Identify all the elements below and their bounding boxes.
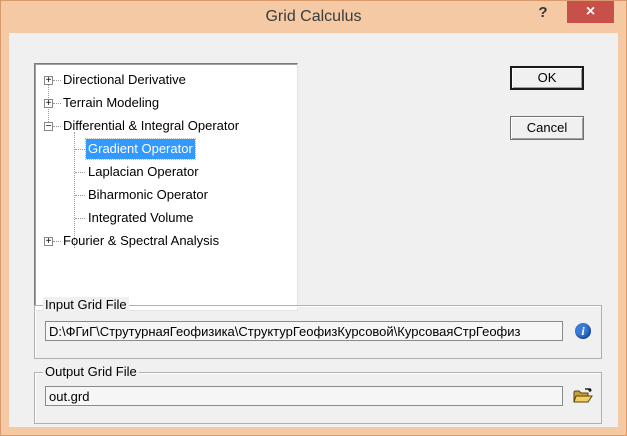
ok-button[interactable]: OK bbox=[510, 66, 584, 90]
dialog-body: + Directional Derivative + Terrain Model… bbox=[9, 33, 618, 427]
tree-item-directional-derivative[interactable]: + Directional Derivative bbox=[35, 70, 295, 90]
input-grid-label: Input Grid File bbox=[43, 297, 129, 312]
tree-connector-line bbox=[75, 172, 85, 173]
output-grid-path-field[interactable]: out.grd bbox=[45, 386, 563, 406]
tree-item-label: Fourier & Spectral Analysis bbox=[63, 233, 220, 248]
tree-connector-line bbox=[75, 149, 85, 150]
tree-connector-line bbox=[53, 241, 61, 242]
tree-connector-line bbox=[53, 103, 61, 104]
close-button[interactable]: × bbox=[567, 1, 614, 23]
operation-tree[interactable]: + Directional Derivative + Terrain Model… bbox=[34, 63, 298, 311]
expand-plus-icon[interactable]: + bbox=[44, 237, 53, 247]
tree-item-fourier-spectral-analysis[interactable]: + Fourier & Spectral Analysis bbox=[35, 231, 295, 251]
tree-item-label: Biharmonic Operator bbox=[88, 187, 208, 202]
tree-item-label: Directional Derivative bbox=[63, 72, 186, 87]
open-folder-icon[interactable] bbox=[573, 388, 593, 404]
tree-connector-line bbox=[53, 126, 61, 127]
cancel-button[interactable]: Cancel bbox=[510, 116, 584, 140]
expand-plus-icon[interactable]: + bbox=[44, 99, 53, 109]
output-grid-group: Output Grid File out.grd bbox=[34, 364, 602, 424]
tree-item-label-selected: Gradient Operator bbox=[85, 138, 196, 160]
output-grid-label: Output Grid File bbox=[43, 364, 139, 379]
tree-item-biharmonic-operator[interactable]: Biharmonic Operator bbox=[35, 185, 295, 205]
info-icon[interactable]: i bbox=[575, 323, 591, 339]
collapse-minus-icon[interactable]: − bbox=[44, 122, 53, 132]
tree-item-integrated-volume[interactable]: Integrated Volume bbox=[35, 208, 295, 228]
tree-connector-line bbox=[53, 80, 61, 81]
tree-connector-line bbox=[75, 195, 85, 196]
tree-item-laplacian-operator[interactable]: Laplacian Operator bbox=[35, 162, 295, 182]
tree-item-label: Differential & Integral Operator bbox=[63, 118, 240, 133]
tree-connector-line bbox=[75, 218, 85, 219]
tree-item-label: Laplacian Operator bbox=[88, 164, 199, 179]
input-grid-path-field[interactable]: D:\ФГиГ\СтрутурнаяГеофизика\СтруктурГеоф… bbox=[45, 321, 563, 341]
tree-item-terrain-modeling[interactable]: + Terrain Modeling bbox=[35, 93, 295, 113]
expand-plus-icon[interactable]: + bbox=[44, 76, 53, 86]
tree-item-differential-integral-operator[interactable]: − Differential & Integral Operator bbox=[35, 116, 295, 136]
tree-item-label: Terrain Modeling bbox=[63, 95, 160, 110]
tree-item-gradient-operator[interactable]: Gradient Operator bbox=[35, 138, 295, 160]
tree-item-label: Integrated Volume bbox=[88, 210, 194, 225]
title-bar[interactable]: Grid Calculus ? × bbox=[1, 1, 626, 33]
grid-calculus-dialog: Grid Calculus ? × + Directional Derivati… bbox=[0, 0, 627, 436]
help-button[interactable]: ? bbox=[527, 2, 559, 24]
input-grid-group: Input Grid File D:\ФГиГ\СтрутурнаяГеофиз… bbox=[34, 297, 602, 359]
